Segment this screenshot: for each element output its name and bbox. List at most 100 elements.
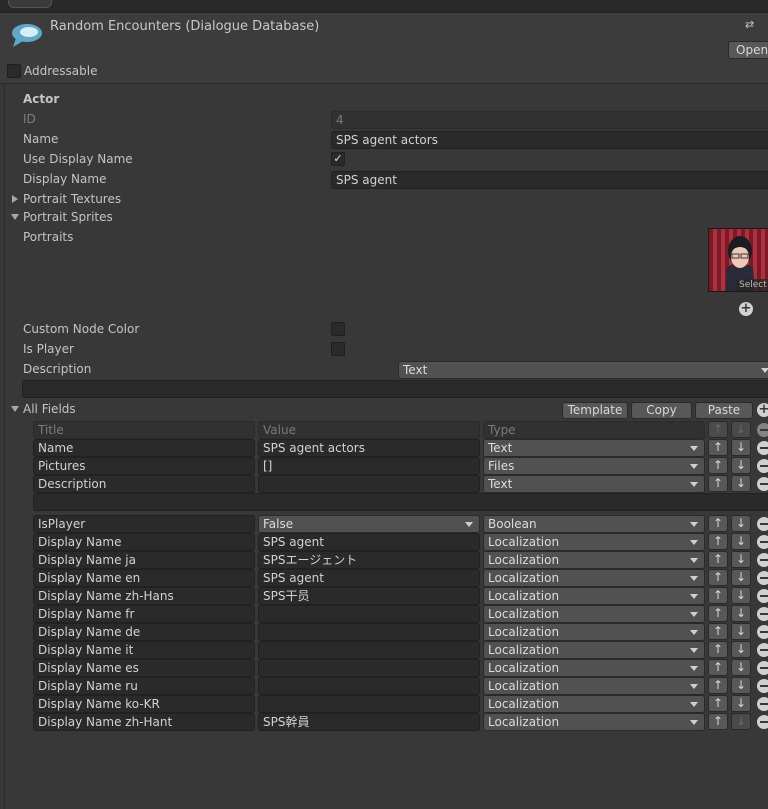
field-value-input[interactable]: SPS agent — [258, 533, 480, 551]
move-up-icon[interactable]: ↑ — [708, 677, 728, 694]
all-fields-label[interactable]: All Fields — [23, 402, 76, 416]
portrait-select-button[interactable]: Select — [735, 279, 768, 291]
field-type-dropdown[interactable]: Localization — [483, 587, 705, 605]
field-title-input[interactable]: Display Name fr — [33, 605, 255, 623]
field-title-input[interactable]: Display Name ru — [33, 677, 255, 695]
move-down-icon[interactable]: ↓ — [731, 605, 751, 622]
remove-field-icon[interactable] — [757, 477, 768, 491]
custom-node-color-checkbox[interactable] — [331, 322, 345, 336]
field-title-input[interactable]: Display Name en — [33, 569, 255, 587]
move-up-icon[interactable]: ↑ — [708, 475, 728, 492]
remove-field-icon[interactable] — [757, 697, 768, 711]
field-value-input[interactable] — [258, 641, 480, 659]
all-fields-foldout-icon[interactable] — [11, 406, 19, 412]
field-type-dropdown[interactable]: Localization — [483, 659, 705, 677]
description-type-dropdown[interactable]: Text — [398, 361, 768, 379]
preset-settings-icon[interactable]: ⇄ — [745, 18, 757, 31]
move-up-icon[interactable]: ↑ — [708, 659, 728, 676]
field-type-dropdown[interactable]: Localization — [483, 551, 705, 569]
description-textarea[interactable] — [22, 380, 768, 398]
move-up-icon[interactable]: ↑ — [708, 623, 728, 640]
addressable-checkbox[interactable] — [7, 64, 21, 78]
field-type-dropdown[interactable]: Localization — [483, 713, 705, 731]
field-value-input[interactable] — [258, 475, 480, 493]
field-value-input[interactable]: SPS幹員 — [258, 713, 480, 731]
remove-field-icon[interactable] — [757, 715, 768, 729]
move-down-icon[interactable]: ↓ — [731, 659, 751, 676]
remove-field-icon[interactable] — [757, 441, 768, 455]
move-up-icon[interactable]: ↑ — [708, 551, 728, 568]
field-title-input[interactable]: Display Name it — [33, 641, 255, 659]
move-up-icon[interactable]: ↑ — [708, 515, 728, 532]
portrait-thumbnail[interactable]: Select — [708, 228, 768, 292]
field-type-dropdown[interactable]: Localization — [483, 677, 705, 695]
move-up-icon[interactable]: ↑ — [708, 641, 728, 658]
field-type-dropdown[interactable]: Localization — [483, 533, 705, 551]
field-type-dropdown[interactable]: Localization — [483, 605, 705, 623]
portrait-sprites-foldout-icon[interactable] — [11, 214, 19, 220]
field-type-dropdown[interactable]: Files — [483, 457, 705, 475]
field-title-input[interactable]: Display Name ja — [33, 551, 255, 569]
remove-field-icon[interactable] — [757, 459, 768, 473]
field-title-input[interactable]: Pictures — [33, 457, 255, 475]
paste-button[interactable]: Paste — [695, 402, 753, 419]
field-title-input[interactable]: Display Name de — [33, 623, 255, 641]
field-value-input[interactable] — [258, 605, 480, 623]
field-type-dropdown[interactable]: Localization — [483, 641, 705, 659]
field-type-dropdown[interactable]: Localization — [483, 695, 705, 713]
move-up-icon[interactable]: ↑ — [708, 605, 728, 622]
field-value-input[interactable]: SPSエージェント — [258, 551, 480, 569]
field-type-dropdown[interactable]: Boolean — [483, 515, 705, 533]
move-up-icon[interactable]: ↑ — [708, 533, 728, 550]
move-down-icon[interactable]: ↓ — [731, 457, 751, 474]
remove-field-icon[interactable] — [757, 589, 768, 603]
move-down-icon[interactable]: ↓ — [731, 475, 751, 492]
move-down-icon[interactable]: ↓ — [731, 533, 751, 550]
field-value-input[interactable]: SPS agent actors — [258, 439, 480, 457]
move-down-icon[interactable]: ↓ — [731, 439, 751, 456]
remove-field-icon[interactable] — [757, 643, 768, 657]
add-portrait-icon[interactable]: + — [739, 302, 753, 316]
field-value-input[interactable] — [258, 695, 480, 713]
move-down-icon[interactable]: ↓ — [731, 677, 751, 694]
move-down-icon[interactable]: ↓ — [731, 641, 751, 658]
remove-field-icon[interactable] — [757, 625, 768, 639]
remove-field-icon[interactable] — [757, 661, 768, 675]
move-down-icon[interactable]: ↓ — [731, 551, 751, 568]
field-title-input[interactable]: Description — [33, 475, 255, 493]
kebab-menu-icon[interactable]: ⋮ — [764, 18, 768, 31]
field-value-input[interactable] — [258, 677, 480, 695]
move-down-icon[interactable]: ↓ — [731, 587, 751, 604]
field-title-input[interactable]: Display Name es — [33, 659, 255, 677]
move-down-icon[interactable]: ↓ — [731, 695, 751, 712]
field-title-input[interactable]: Display Name zh-Hans — [33, 587, 255, 605]
field-title-input[interactable]: Display Name ko-KR — [33, 695, 255, 713]
template-button[interactable]: Template — [562, 402, 628, 419]
name-field[interactable]: SPS agent actors — [331, 131, 768, 149]
move-down-icon[interactable]: ↓ — [731, 515, 751, 532]
field-type-dropdown[interactable]: Text — [483, 475, 705, 493]
display-name-field[interactable]: SPS agent — [331, 171, 768, 189]
move-down-icon[interactable]: ↓ — [731, 623, 751, 640]
portrait-textures-label[interactable]: Portrait Textures — [23, 192, 121, 206]
field-value-input[interactable] — [258, 623, 480, 641]
portrait-sprites-label[interactable]: Portrait Sprites — [23, 210, 113, 224]
move-up-icon[interactable]: ↑ — [708, 439, 728, 456]
field-title-input[interactable]: Display Name — [33, 533, 255, 551]
field-value-input[interactable]: SPS干员 — [258, 587, 480, 605]
remove-field-icon[interactable] — [757, 571, 768, 585]
field-value-input[interactable]: [] — [258, 457, 480, 475]
remove-field-icon[interactable] — [757, 535, 768, 549]
field-type-dropdown[interactable]: Localization — [483, 569, 705, 587]
move-up-icon[interactable]: ↑ — [708, 457, 728, 474]
window-tab[interactable] — [8, 0, 52, 8]
field-description-textarea[interactable] — [33, 493, 768, 511]
move-up-icon[interactable]: ↑ — [708, 695, 728, 712]
remove-field-icon[interactable] — [757, 553, 768, 567]
move-down-icon[interactable]: ↓ — [731, 569, 751, 586]
remove-field-icon[interactable] — [757, 607, 768, 621]
portrait-textures-foldout-icon[interactable] — [12, 195, 18, 203]
field-title-input[interactable]: IsPlayer — [33, 515, 255, 533]
remove-field-icon[interactable] — [757, 679, 768, 693]
use-display-name-checkbox[interactable]: ✓ — [331, 152, 345, 166]
